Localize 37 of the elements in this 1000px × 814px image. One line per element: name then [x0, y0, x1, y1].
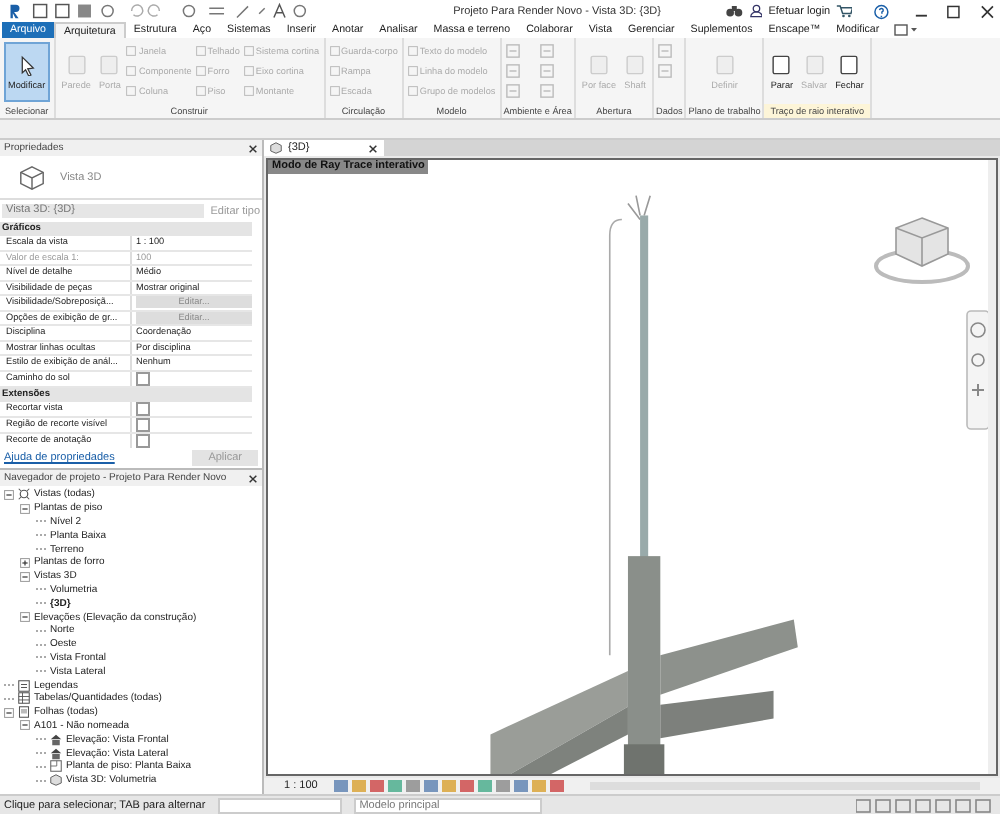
tool-icon: [98, 53, 121, 75]
table-icon: [18, 692, 30, 705]
selection-filter-toolbar[interactable]: [856, 797, 996, 813]
close-icon[interactable]: [979, 3, 994, 19]
cube-icon: [50, 774, 62, 787]
close-icon[interactable]: [368, 143, 378, 153]
maximize-icon[interactable]: [946, 3, 962, 19]
tool-icon: [838, 53, 861, 75]
views-icon: [18, 488, 30, 501]
scrollbar[interactable]: [988, 160, 996, 774]
tool-icon: [65, 53, 88, 75]
binoculars-icon[interactable]: [726, 4, 744, 18]
legend-icon: [18, 679, 30, 692]
collapse-toggle[interactable]: [20, 571, 30, 582]
tool-icon: [770, 53, 793, 75]
collapse-toggle[interactable]: [20, 612, 30, 623]
tool-icon: [713, 53, 736, 75]
cube-icon: [16, 161, 48, 193]
close-icon[interactable]: [248, 143, 258, 153]
expand-toggle[interactable]: [20, 557, 30, 568]
tool-icon: [624, 53, 647, 75]
collapse-toggle[interactable]: [20, 720, 30, 731]
collapse-toggle[interactable]: [20, 503, 30, 514]
close-icon[interactable]: [248, 473, 258, 483]
tool-icon: [587, 53, 610, 75]
help-icon[interactable]: [874, 3, 890, 19]
app-logo-icon[interactable]: [6, 2, 24, 20]
tool-icon: [803, 53, 826, 75]
sheet-icon: [18, 706, 30, 719]
dropdown-icon[interactable]: [893, 24, 918, 36]
quick-access-toolbar-drawing[interactable]: [30, 2, 308, 20]
cart-icon[interactable]: [836, 4, 853, 18]
collapse-toggle[interactable]: [4, 707, 14, 718]
navigation-bar[interactable]: [966, 310, 990, 430]
collapse-toggle[interactable]: [4, 489, 14, 500]
floor-plan-icon: [50, 760, 62, 773]
user-icon: [749, 4, 763, 18]
